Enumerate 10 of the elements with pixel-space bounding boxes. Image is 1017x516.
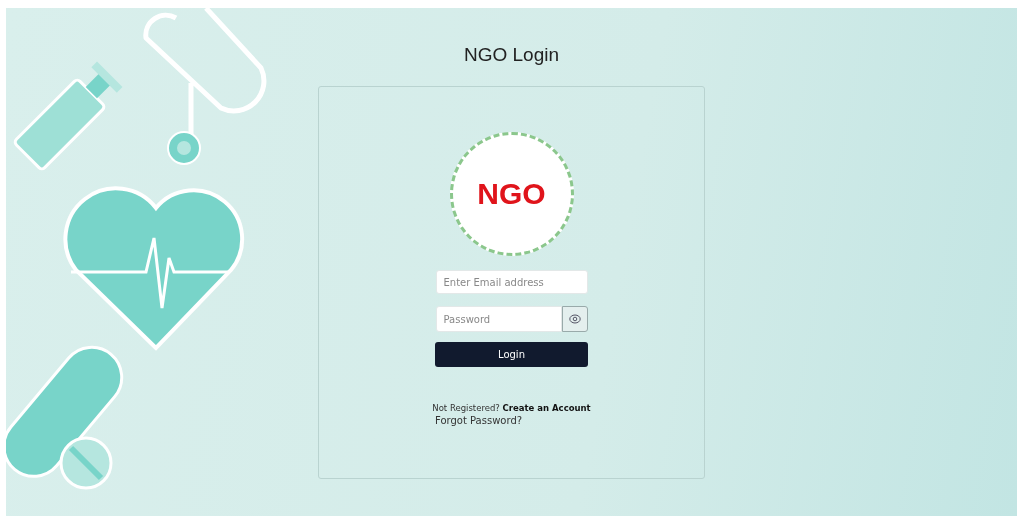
login-button[interactable]: Login (435, 342, 588, 367)
forgot-password-link[interactable]: Forgot Password? (435, 415, 523, 426)
create-account-link[interactable]: Create an Account (502, 403, 591, 413)
email-input[interactable]: Enter Email address (435, 270, 588, 294)
page-title: NGO Login (463, 44, 559, 66)
register-prompt: Not Registered? Create an Account (432, 403, 591, 413)
password-input[interactable]: Password (435, 306, 562, 332)
show-password-button[interactable] (561, 306, 588, 332)
eye-icon (568, 314, 581, 324)
ngo-logo: NGO (449, 132, 574, 256)
